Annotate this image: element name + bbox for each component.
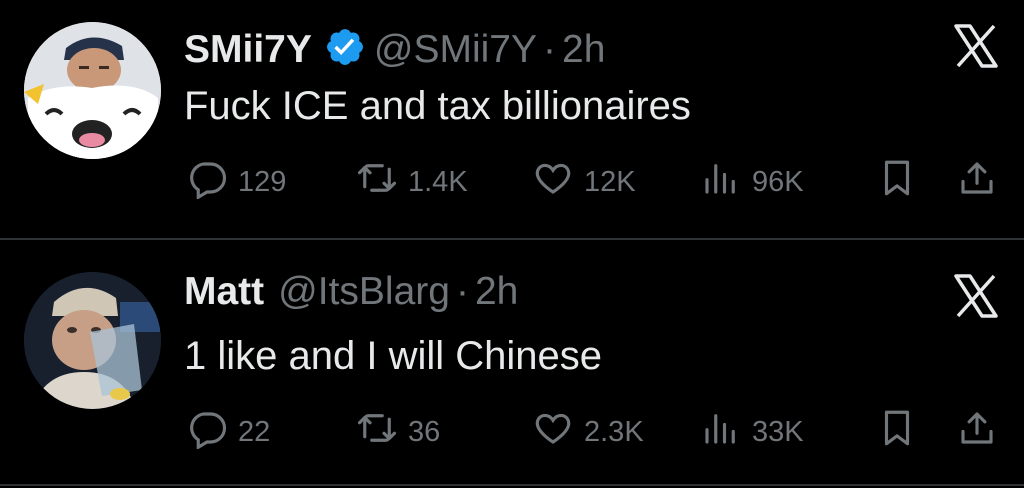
reply-button[interactable]: 22 <box>186 410 270 454</box>
separator-dot: · <box>543 28 556 71</box>
reply-button[interactable]: 129 <box>186 160 286 204</box>
dismiss-x-icon[interactable] <box>952 272 1000 320</box>
reply-count: 129 <box>238 165 287 198</box>
bookmark-icon <box>876 157 918 207</box>
reply-icon <box>186 407 228 457</box>
divider <box>0 484 1024 486</box>
share-icon <box>956 407 998 457</box>
views-button[interactable]: 96K <box>700 160 804 204</box>
avatar[interactable] <box>24 22 161 159</box>
reply-icon <box>186 157 228 207</box>
heart-icon <box>532 157 574 207</box>
like-count: 12K <box>584 165 636 198</box>
like-button[interactable]: 12K <box>532 160 636 204</box>
retweet-button[interactable]: 36 <box>356 410 440 454</box>
like-button[interactable]: 2.3K <box>532 410 644 454</box>
share-button[interactable] <box>956 160 998 204</box>
separator-dot: · <box>455 270 469 313</box>
retweet-button[interactable]: 1.4K <box>356 160 468 204</box>
avatar[interactable] <box>24 272 161 409</box>
share-button[interactable] <box>956 410 998 454</box>
share-icon <box>956 157 998 207</box>
views-chart-icon <box>700 157 742 207</box>
tweet-text: 1 like and I will Chinese <box>184 334 602 378</box>
retweet-count: 1.4K <box>408 165 468 198</box>
timestamp[interactable]: 2h <box>475 270 518 314</box>
like-count: 2.3K <box>584 415 644 448</box>
tweet-actions: 129 1.4K 12K 96K <box>186 160 1002 204</box>
retweet-count: 36 <box>408 415 441 448</box>
display-name[interactable]: SMii7Y <box>184 28 312 72</box>
views-count: 33K <box>752 415 804 448</box>
tweet-header: Matt @ItsBlarg · 2h <box>184 270 518 314</box>
display-name[interactable]: Matt <box>184 270 264 314</box>
tweet[interactable]: SMii7Y @SMii7Y · 2h Fuck ICE and tax bil… <box>0 0 1024 238</box>
dismiss-x-icon[interactable] <box>952 22 1000 70</box>
tweet[interactable]: Matt @ItsBlarg · 2h 1 like and I will Ch… <box>0 240 1024 488</box>
reply-count: 22 <box>238 415 271 448</box>
views-chart-icon <box>700 407 742 457</box>
views-button[interactable]: 33K <box>700 410 804 454</box>
retweet-icon <box>356 407 398 457</box>
tweet-header: SMii7Y @SMii7Y · 2h <box>184 20 605 72</box>
tweet-text: Fuck ICE and tax billionaires <box>184 84 691 128</box>
bookmark-button[interactable] <box>876 410 918 454</box>
verified-badge-icon <box>324 26 366 68</box>
user-handle[interactable]: @ItsBlarg <box>278 270 450 314</box>
retweet-icon <box>356 157 398 207</box>
heart-icon <box>532 407 574 457</box>
timestamp[interactable]: 2h <box>562 28 605 72</box>
tweet-actions: 22 36 2.3K 33K <box>186 410 1002 454</box>
bookmark-button[interactable] <box>876 160 918 204</box>
views-count: 96K <box>752 165 804 198</box>
bookmark-icon <box>876 407 918 457</box>
user-handle[interactable]: @SMii7Y <box>374 28 537 72</box>
